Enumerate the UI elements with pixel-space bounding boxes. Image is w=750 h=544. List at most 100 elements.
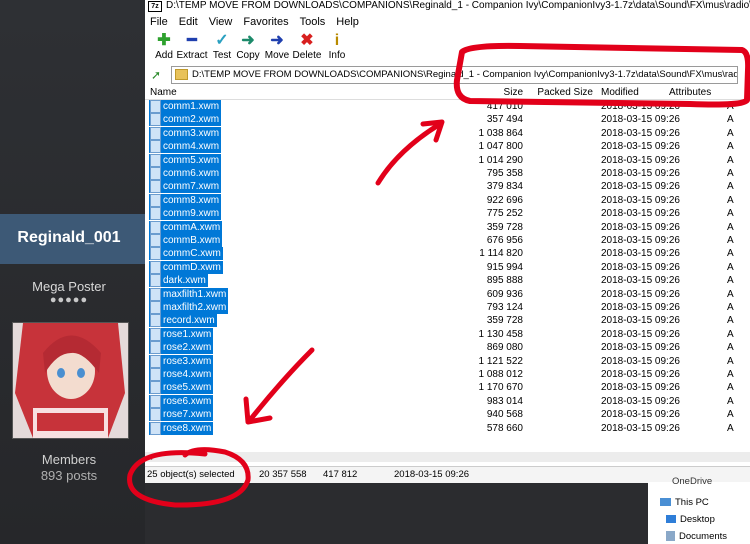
menu-tools[interactable]: Tools — [295, 14, 332, 30]
file-row[interactable]: comm3.xwm 1 038 864 2018-03-15 09:26 A — [145, 126, 750, 140]
file-name-cell[interactable]: rose3.xwm — [149, 354, 214, 368]
file-name-cell[interactable]: record.xwm — [149, 314, 217, 328]
file-row[interactable]: comm9.xwm 775 252 2018-03-15 09:26 A — [145, 207, 750, 221]
file-name-cell[interactable]: commA.xwm — [149, 220, 223, 234]
file-name-cell[interactable]: comm2.xwm — [149, 113, 222, 127]
file-attributes: A — [727, 382, 734, 394]
file-modified: 2018-03-15 09:26 — [601, 168, 680, 179]
file-row[interactable]: rose6.xwm 983 014 2018-03-15 09:26 A — [145, 394, 750, 408]
extract-button[interactable]: ━ Extract — [175, 32, 209, 61]
documents-icon — [666, 531, 675, 542]
column-packed-size[interactable]: Packed Size — [533, 87, 593, 98]
file-name-cell[interactable]: rose8.xwm — [149, 421, 214, 435]
delete-icon: ✖ — [300, 32, 314, 49]
nav-this-pc[interactable]: This PC — [660, 497, 709, 508]
file-name-cell[interactable]: comm6.xwm — [149, 167, 222, 180]
file-icon — [150, 234, 161, 247]
column-attributes[interactable]: Attributes — [669, 87, 711, 98]
file-name-cell[interactable]: commB.xwm — [149, 234, 223, 247]
file-name-cell[interactable]: rose2.xwm — [149, 341, 214, 355]
file-row[interactable]: commD.xwm 915 994 2018-03-15 09:26 A — [145, 260, 750, 274]
file-attributes: A — [727, 235, 734, 246]
column-name[interactable]: Name — [150, 87, 177, 98]
file-row[interactable]: comm8.xwm 922 696 2018-03-15 09:26 A — [145, 193, 750, 207]
menu-edit[interactable]: Edit — [174, 14, 204, 30]
address-path: D:\TEMP MOVE FROM DOWNLOADS\COMPANIONS\R… — [192, 69, 738, 80]
file-name-cell[interactable]: maxfilth1.xwm — [149, 287, 229, 301]
nav-documents[interactable]: Documents — [666, 531, 727, 542]
file-name-cell[interactable]: rose6.xwm — [149, 394, 214, 408]
file-name-cell[interactable]: comm1.xwm — [149, 100, 222, 113]
column-size[interactable]: Size — [481, 87, 523, 98]
file-row[interactable]: rose1.xwm 1 130 458 2018-03-15 09:26 A — [145, 327, 750, 341]
file-row[interactable]: commC.xwm 1 114 820 2018-03-15 09:26 A — [145, 247, 750, 261]
file-row[interactable]: record.xwm 359 728 2018-03-15 09:26 A — [145, 314, 750, 328]
file-name-cell[interactable]: rose5.xwm — [149, 381, 214, 395]
file-row[interactable]: commA.xwm 359 728 2018-03-15 09:26 A — [145, 220, 750, 234]
file-row[interactable]: maxfilth2.xwm 793 124 2018-03-15 09:26 A — [145, 301, 750, 314]
avatar[interactable] — [12, 322, 129, 439]
nav-desktop[interactable]: Desktop — [666, 514, 715, 525]
file-row[interactable]: dark.xwm 895 888 2018-03-15 09:26 A — [145, 274, 750, 288]
file-name-cell[interactable]: rose4.xwm — [149, 368, 214, 381]
file-row[interactable]: rose3.xwm 1 121 522 2018-03-15 09:26 A — [145, 354, 750, 368]
file-row[interactable]: comm5.xwm 1 014 290 2018-03-15 09:26 A — [145, 153, 750, 167]
file-row[interactable]: comm2.xwm 357 494 2018-03-15 09:26 A — [145, 113, 750, 127]
file-modified: 2018-03-15 09:26 — [601, 208, 680, 220]
up-folder-icon[interactable]: ➚ — [148, 67, 164, 83]
file-size: 1 170 670 — [478, 382, 524, 394]
scroll-left-icon[interactable]: ◀ — [146, 452, 152, 461]
file-row[interactable]: commB.xwm 676 956 2018-03-15 09:26 A — [145, 234, 750, 247]
file-row[interactable]: comm1.xwm 417 010 2018-03-15 09:26 A — [145, 100, 750, 113]
file-name: rose5.xwm — [163, 382, 212, 394]
file-name-cell[interactable]: rose1.xwm — [149, 327, 214, 341]
file-list[interactable]: comm1.xwm 417 010 2018-03-15 09:26 Acomm2.x… — [145, 100, 750, 448]
file-name-cell[interactable]: comm7.xwm — [149, 180, 222, 194]
file-name-cell[interactable]: commD.xwm — [149, 260, 223, 274]
file-attributes: A — [727, 288, 734, 300]
file-row[interactable]: rose2.xwm 869 080 2018-03-15 09:26 A — [145, 341, 750, 355]
file-name-cell[interactable]: comm4.xwm — [149, 140, 222, 154]
file-icon — [150, 314, 161, 328]
file-attributes: A — [727, 208, 734, 220]
address-input[interactable]: D:\TEMP MOVE FROM DOWNLOADS\COMPANIONS\R… — [171, 66, 738, 84]
username[interactable]: Reginald_001 — [0, 229, 138, 247]
file-modified: 2018-03-15 09:26 — [601, 235, 680, 246]
avatar-image — [13, 323, 128, 438]
info-button[interactable]: i Info — [320, 32, 354, 61]
file-row[interactable]: rose5.xwm 1 170 670 2018-03-15 09:26 A — [145, 381, 750, 395]
menu-favorites[interactable]: Favorites — [238, 14, 294, 30]
move-button[interactable]: ➜ Move — [260, 32, 294, 61]
file-modified: 2018-03-15 09:26 — [601, 409, 680, 421]
file-row[interactable]: rose7.xwm 940 568 2018-03-15 09:26 A — [145, 408, 750, 422]
file-name: rose3.xwm — [163, 355, 212, 367]
file-modified: 2018-03-15 09:26 — [601, 261, 680, 273]
file-size: 1 121 522 — [478, 355, 524, 367]
file-row[interactable]: comm4.xwm 1 047 800 2018-03-15 09:26 A — [145, 140, 750, 154]
file-row[interactable]: comm6.xwm 795 358 2018-03-15 09:26 A — [145, 167, 750, 180]
file-name-cell[interactable]: rose7.xwm — [149, 408, 214, 422]
menu-view[interactable]: View — [204, 14, 239, 30]
file-name-cell[interactable]: comm8.xwm — [149, 193, 222, 207]
nav-onedrive[interactable]: OneDrive — [672, 476, 712, 487]
menu-help[interactable]: Help — [331, 14, 365, 30]
post-count[interactable]: 893 posts — [0, 468, 138, 483]
file-row[interactable]: rose4.xwm 1 088 012 2018-03-15 09:26 A — [145, 368, 750, 381]
file-name-cell[interactable]: commC.xwm — [149, 247, 223, 261]
delete-button[interactable]: ✖ Delete — [290, 32, 324, 61]
file-name-cell[interactable]: dark.xwm — [149, 274, 208, 288]
file-attributes: A — [727, 275, 734, 287]
file-name: comm6.xwm — [163, 168, 220, 179]
file-modified: 2018-03-15 09:26 — [601, 248, 680, 260]
file-name-cell[interactable]: comm3.xwm — [149, 126, 222, 140]
file-row[interactable]: comm7.xwm 379 834 2018-03-15 09:26 A — [145, 180, 750, 194]
horizontal-scrollbar[interactable]: ◀ — [145, 452, 750, 462]
file-name-cell[interactable]: comm9.xwm — [149, 207, 222, 221]
file-row[interactable]: rose8.xwm 578 660 2018-03-15 09:26 A — [145, 421, 750, 435]
file-name-cell[interactable]: maxfilth2.xwm — [149, 301, 229, 314]
file-name-cell[interactable]: comm5.xwm — [149, 153, 222, 167]
file-row[interactable]: maxfilth1.xwm 609 936 2018-03-15 09:26 A — [145, 287, 750, 301]
column-modified[interactable]: Modified — [601, 87, 639, 98]
file-attributes: A — [727, 355, 734, 367]
menu-file[interactable]: File — [145, 14, 174, 30]
